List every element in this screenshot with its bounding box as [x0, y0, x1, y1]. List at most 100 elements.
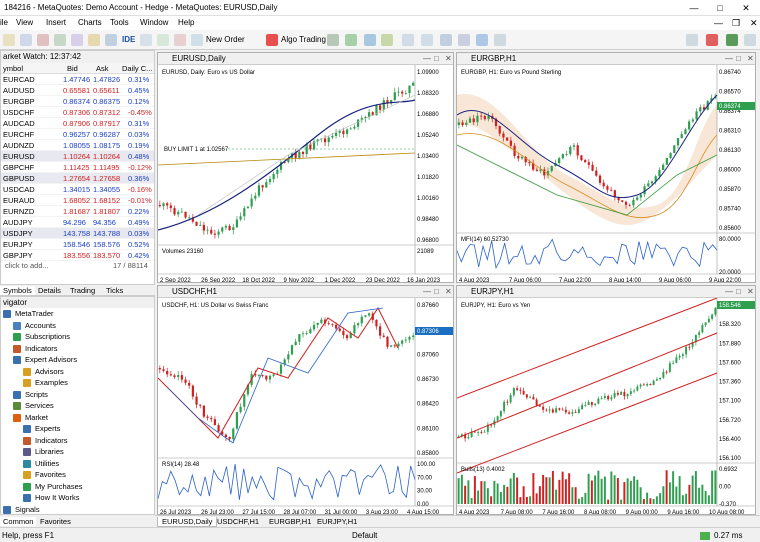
navigator-icon[interactable]: [71, 34, 83, 46]
chart-minimize-icon[interactable]: —: [423, 287, 431, 296]
navigator-item[interactable]: Examples: [1, 377, 154, 389]
bar-chart-icon[interactable]: [327, 34, 339, 46]
strategy-tester-icon[interactable]: [105, 34, 117, 46]
market-watch-row[interactable]: AUDJPY 94.296 94.356 0.49%: [1, 217, 154, 228]
menu-file[interactable]: ile: [0, 18, 8, 27]
market-watch-row[interactable]: AUDUSD 0.65581 0.65611 0.45%: [1, 85, 154, 96]
menu-tools[interactable]: Tools: [110, 18, 129, 27]
col-symbol[interactable]: ymbol: [3, 64, 23, 73]
one-click-icon[interactable]: [140, 34, 152, 46]
line-chart-icon[interactable]: [364, 34, 376, 46]
market-watch-row[interactable]: EURCAD 1.47746 1.47826 0.31%: [1, 74, 154, 85]
usdchf-chart-canvas[interactable]: USDCHF, H1: US Dollar vs Swiss Franc RSI(…: [158, 298, 454, 515]
market-watch-row[interactable]: USDCHF 0.87306 0.87312 -0.45%: [1, 107, 154, 118]
menu-view[interactable]: View: [16, 18, 33, 27]
mql5-icon[interactable]: [726, 34, 738, 46]
navigator-item[interactable]: How It Works: [1, 492, 154, 504]
tab-details[interactable]: Details: [38, 286, 61, 295]
tab-trading[interactable]: Trading: [70, 286, 95, 295]
eurgbp-chart-canvas[interactable]: EURGBP, H1: Euro vs Pound Sterling MFI(14…: [457, 65, 756, 283]
new-order-button[interactable]: New Order: [204, 33, 247, 47]
chart-minimize-icon[interactable]: —: [423, 54, 431, 63]
menu-insert[interactable]: Insert: [46, 18, 66, 27]
market-watch-row[interactable]: GBPCHF 1.11425 1.11495 -0.12%: [1, 162, 154, 173]
sell-icon[interactable]: [174, 34, 186, 46]
chart-maximize-icon[interactable]: □: [434, 287, 439, 296]
mdi-close-button[interactable]: ✕: [750, 18, 758, 29]
market-watch-row[interactable]: EURCHF 0.96257 0.96287 0.03%: [1, 129, 154, 140]
zoom-out-icon[interactable]: [421, 34, 433, 46]
market-watch-row[interactable]: USDJPY 143.758 143.788 0.03%: [1, 228, 154, 239]
market-watch-row[interactable]: EURAUD 1.68052 1.68152 -0.01%: [1, 195, 154, 206]
menu-charts[interactable]: Charts: [78, 18, 102, 27]
chart-shift-icon[interactable]: [381, 34, 393, 46]
navigator-item[interactable]: Signals: [1, 504, 154, 515]
navigator-item[interactable]: Indicators: [1, 343, 154, 355]
settings-gear-icon[interactable]: [494, 34, 506, 46]
tile-windows-icon[interactable]: [440, 34, 452, 46]
chart-close-icon[interactable]: ✕: [445, 287, 452, 296]
autoscroll-icon[interactable]: [458, 34, 470, 46]
alerts-icon[interactable]: [706, 34, 718, 46]
data-window-icon[interactable]: [54, 34, 66, 46]
navigator-item[interactable]: Market: [1, 412, 154, 424]
chart-tab-usdchf[interactable]: USDCHF,H1: [213, 517, 263, 526]
close-button[interactable]: ✕: [734, 1, 758, 15]
chart-window-eurjpy[interactable]: EURJPY,H1 — □ ✕ EURJPY, H1: Euro vs Yen B…: [456, 285, 756, 515]
navigator-item[interactable]: My Purchases: [1, 481, 154, 493]
market-watch-row[interactable]: AUDNZD 1.08055 1.08175 0.19%: [1, 140, 154, 151]
tab-ticks[interactable]: Ticks: [106, 286, 123, 295]
menu-window[interactable]: Window: [140, 18, 168, 27]
chart-window-usdchf[interactable]: USDCHF,H1 — □ ✕ USDCHF, H1: US Dollar vs…: [157, 285, 454, 515]
chart-window-eurusd[interactable]: EURUSD,Daily — □ ✕ EURUSD, Daily: Euro v…: [157, 52, 454, 283]
chart-minimize-icon[interactable]: —: [725, 54, 733, 63]
col-ask[interactable]: Ask: [96, 64, 109, 73]
chart-close-icon[interactable]: ✕: [747, 287, 754, 296]
chart-window-eurgbp[interactable]: EURGBP,H1 — □ ✕ EURGBP, H1: Euro vs Poun…: [456, 52, 756, 283]
tab-favorites[interactable]: Favorites: [40, 517, 71, 526]
chart-maximize-icon[interactable]: □: [434, 54, 439, 63]
tab-symbols[interactable]: Symbols: [0, 286, 35, 295]
maximize-button[interactable]: □: [708, 1, 732, 15]
grid-icon[interactable]: [476, 34, 488, 46]
chart-close-icon[interactable]: ✕: [747, 54, 754, 63]
market-watch-row[interactable]: EURGBP 0.86374 0.86375 0.12%: [1, 96, 154, 107]
eurjpy-chart-canvas[interactable]: EURJPY, H1: Euro vs Yen Bulls(13) 0.4002 1…: [457, 298, 756, 515]
market-watch-row[interactable]: USDCAD 1.34015 1.34055 -0.16%: [1, 184, 154, 195]
chart-maximize-icon[interactable]: □: [736, 54, 741, 63]
profiles-icon[interactable]: [20, 34, 32, 46]
search-icon[interactable]: [686, 34, 698, 46]
new-chart-icon[interactable]: [3, 34, 15, 46]
mdi-restore-button[interactable]: ❐: [732, 18, 740, 29]
market-watch-row[interactable]: EURUSD 1.10264 1.10264 0.48%: [1, 151, 154, 162]
navigator-item[interactable]: Accounts: [1, 320, 154, 332]
market-watch-row[interactable]: GBPUSD 1.27654 1.27658 0.36%: [1, 173, 154, 184]
navigator-item[interactable]: Expert Advisors: [1, 354, 154, 366]
menu-help[interactable]: Help: [178, 18, 194, 27]
chart-tab-eurgbp[interactable]: EURGBP,H1: [265, 517, 315, 526]
buy-icon[interactable]: [157, 34, 169, 46]
tab-common[interactable]: Common: [0, 517, 37, 526]
chart-tab-eurjpy[interactable]: EURJPY,H1: [313, 517, 361, 526]
menu-dots-icon[interactable]: [744, 34, 756, 46]
navigator-item[interactable]: Scripts: [1, 389, 154, 401]
zoom-in-icon[interactable]: [402, 34, 414, 46]
mdi-minimize-button[interactable]: —: [714, 18, 723, 28]
market-watch-row[interactable]: GBPJPY 183.556 183.570 0.42%: [1, 250, 154, 261]
chart-maximize-icon[interactable]: □: [736, 287, 741, 296]
navigator-item[interactable]: Services: [1, 400, 154, 412]
navigator-item[interactable]: Indicators: [1, 435, 154, 447]
col-change[interactable]: Daily C...: [122, 64, 152, 73]
navigator-item[interactable]: MetaTrader: [1, 308, 154, 320]
candlestick-icon[interactable]: [345, 34, 357, 46]
market-watch-icon[interactable]: [37, 34, 49, 46]
click-to-add[interactable]: click to add...: [5, 261, 49, 270]
terminal-icon[interactable]: [88, 34, 100, 46]
navigator-item[interactable]: Utilities: [1, 458, 154, 470]
col-bid[interactable]: Bid: [67, 64, 78, 73]
market-watch-row[interactable]: AUDCAD 0.87906 0.87917 0.31%: [1, 118, 154, 129]
navigator-item[interactable]: Favorites: [1, 469, 154, 481]
market-watch-row[interactable]: EURJPY 158.546 158.576 0.52%: [1, 239, 154, 250]
algo-trading-button[interactable]: Algo Trading: [279, 33, 328, 47]
eurusd-chart-canvas[interactable]: EURUSD, Daily: Euro vs US Dollar Volumes …: [158, 65, 454, 283]
